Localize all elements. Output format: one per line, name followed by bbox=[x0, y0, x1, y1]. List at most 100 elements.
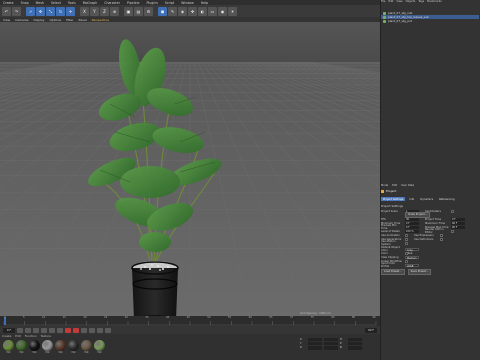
attribute-dropdown[interactable]: sRGB bbox=[405, 263, 419, 268]
material-item[interactable]: Mat bbox=[3, 340, 14, 354]
recent-tools-icon[interactable]: ✛ bbox=[66, 6, 75, 16]
pen-spline-icon[interactable]: ✎ bbox=[168, 6, 177, 16]
attribute-checkbox-2[interactable] bbox=[440, 237, 443, 241]
material-item[interactable]: Mat bbox=[42, 340, 53, 354]
material-menu-edit[interactable]: Edit bbox=[15, 334, 20, 338]
attribute-field[interactable]: 0 F bbox=[405, 225, 419, 229]
menu-item-window[interactable]: Window bbox=[181, 1, 194, 5]
material-item[interactable]: Mat bbox=[68, 340, 79, 354]
menu-item-tools[interactable]: Tools bbox=[68, 1, 76, 5]
attribute-checkbox[interactable] bbox=[405, 233, 408, 237]
menu-item-plugins[interactable]: Plugins bbox=[146, 1, 157, 5]
render-picture-viewer-icon[interactable]: ▤ bbox=[134, 6, 143, 16]
material-item[interactable]: Mat bbox=[94, 340, 105, 354]
tab-info[interactable]: Info bbox=[407, 197, 416, 201]
menu-item-mograph[interactable]: MoGraph bbox=[83, 1, 97, 5]
play-backwards-icon[interactable] bbox=[33, 327, 39, 333]
render-view-icon[interactable]: ▣ bbox=[124, 6, 133, 16]
floor-icon[interactable]: ▭ bbox=[208, 6, 217, 16]
scale-icon[interactable]: ⤡ bbox=[46, 6, 55, 16]
attr-menu-user-data[interactable]: User Data bbox=[401, 184, 414, 187]
coordinate-size-field[interactable] bbox=[324, 342, 338, 346]
menu-item-character[interactable]: Character bbox=[104, 1, 120, 5]
attribute-field[interactable]: 100 % bbox=[405, 229, 419, 233]
scale-key-icon[interactable] bbox=[97, 327, 103, 333]
rotation-key-icon[interactable] bbox=[105, 327, 111, 333]
menu-item-mesh[interactable]: Mesh bbox=[36, 1, 44, 5]
material-item[interactable]: Mat bbox=[81, 340, 92, 354]
material-menu-create[interactable]: Create bbox=[2, 334, 11, 338]
attribute-checkbox[interactable] bbox=[405, 237, 408, 241]
attr-menu-edit[interactable]: Edit bbox=[392, 184, 397, 187]
coordinate-rotation-field[interactable] bbox=[348, 342, 362, 346]
object-menu-objects[interactable]: Objects bbox=[406, 0, 416, 3]
material-menu-function[interactable]: Function bbox=[25, 334, 37, 338]
start-frame-field[interactable]: 0 F bbox=[3, 327, 15, 333]
coordinate-size-field[interactable] bbox=[324, 338, 338, 342]
menu-item-create[interactable]: Create bbox=[3, 1, 14, 5]
position-key-icon[interactable] bbox=[89, 327, 95, 333]
attribute-field-2[interactable]: 90 F bbox=[451, 221, 465, 225]
menu-item-snap[interactable]: Snap bbox=[21, 1, 29, 5]
live-selection-icon[interactable]: ➚ bbox=[26, 6, 35, 16]
coordinate-position-field[interactable] bbox=[308, 338, 322, 342]
tab-dynamics[interactable]: Dynamics bbox=[418, 197, 435, 201]
material-menu-texture[interactable]: Texture bbox=[41, 334, 51, 338]
attribute-dropdown[interactable]: Medium bbox=[405, 255, 419, 260]
rotate-icon[interactable]: ↻ bbox=[56, 6, 65, 16]
attribute-field-2[interactable]: 90 F bbox=[451, 225, 465, 229]
move-icon[interactable]: ✥ bbox=[36, 6, 45, 16]
tab-referencing[interactable]: Referencing bbox=[437, 197, 456, 201]
attribute-checkbox[interactable] bbox=[405, 251, 408, 255]
undo-icon[interactable]: ↶ bbox=[2, 6, 11, 16]
coordinate-rotation-field[interactable] bbox=[348, 338, 362, 342]
menu-item-select[interactable]: Select bbox=[51, 1, 61, 5]
z-axis-lock-icon[interactable]: Z bbox=[100, 6, 109, 16]
viewport-menu-view[interactable]: View bbox=[3, 18, 10, 22]
keyframe-selection-icon[interactable] bbox=[81, 327, 87, 333]
viewport-menu-options[interactable]: Options bbox=[50, 18, 62, 22]
attribute-dropdown[interactable]: Gray-Blue bbox=[405, 247, 419, 255]
go-to-end-icon[interactable] bbox=[57, 327, 63, 333]
menu-item-pipeline[interactable]: Pipeline bbox=[127, 1, 139, 5]
render-settings-icon[interactable]: ⚙ bbox=[144, 6, 153, 16]
attribute-checkbox-2[interactable] bbox=[440, 233, 443, 237]
load-preset-button[interactable]: Load Preset... bbox=[381, 269, 405, 275]
next-key-icon[interactable] bbox=[49, 327, 55, 333]
go-to-start-icon[interactable] bbox=[17, 327, 23, 333]
viewport-camera-label[interactable]: Perspective bbox=[92, 18, 109, 22]
light-icon[interactable]: ☀ bbox=[228, 6, 237, 16]
attribute-checkbox-2[interactable] bbox=[451, 209, 454, 213]
attribute-field[interactable]: 30 bbox=[405, 217, 419, 221]
coordinate-rotation-field[interactable] bbox=[348, 346, 362, 350]
end-frame-field[interactable]: 90 F bbox=[365, 327, 377, 333]
material-item[interactable]: Mat bbox=[29, 340, 40, 354]
attribute-field-2[interactable]: 0 F bbox=[451, 217, 465, 221]
object-row[interactable]: plant_07_stg_pot bbox=[381, 19, 479, 23]
array-icon[interactable]: ❖ bbox=[188, 6, 197, 16]
cube-icon[interactable]: ◼ bbox=[158, 6, 167, 16]
y-axis-lock-icon[interactable]: Y bbox=[90, 6, 99, 16]
attribute-field[interactable]: 0 F bbox=[405, 221, 419, 225]
material-item[interactable]: Mat bbox=[55, 340, 66, 354]
subdivision-surface-icon[interactable]: ◈ bbox=[178, 6, 187, 16]
x-axis-lock-icon[interactable]: X bbox=[80, 6, 89, 16]
autokey-icon[interactable] bbox=[73, 327, 79, 333]
object-menu-file[interactable]: File bbox=[381, 0, 385, 3]
coordinate-system-icon[interactable]: ⊕ bbox=[110, 6, 119, 16]
material-item[interactable]: Mat bbox=[16, 340, 27, 354]
record-icon[interactable] bbox=[65, 327, 71, 333]
redo-icon[interactable]: ↷ bbox=[12, 6, 21, 16]
tab-project-settings[interactable]: Project Settings bbox=[381, 197, 406, 201]
play-icon[interactable] bbox=[41, 327, 47, 333]
menu-item-help[interactable]: Help bbox=[201, 1, 208, 5]
camera-icon[interactable]: ◉ bbox=[218, 6, 227, 16]
coordinate-position-field[interactable] bbox=[308, 346, 322, 350]
menu-item-script[interactable]: Script bbox=[165, 1, 174, 5]
deformer-icon[interactable]: ◐ bbox=[198, 6, 207, 16]
object-menu-tags[interactable]: Tags bbox=[418, 0, 424, 3]
previous-key-icon[interactable] bbox=[25, 327, 31, 333]
coordinate-position-field[interactable] bbox=[308, 342, 322, 346]
3d-viewport[interactable] bbox=[0, 22, 380, 316]
attribute-checkbox[interactable] bbox=[405, 259, 408, 263]
